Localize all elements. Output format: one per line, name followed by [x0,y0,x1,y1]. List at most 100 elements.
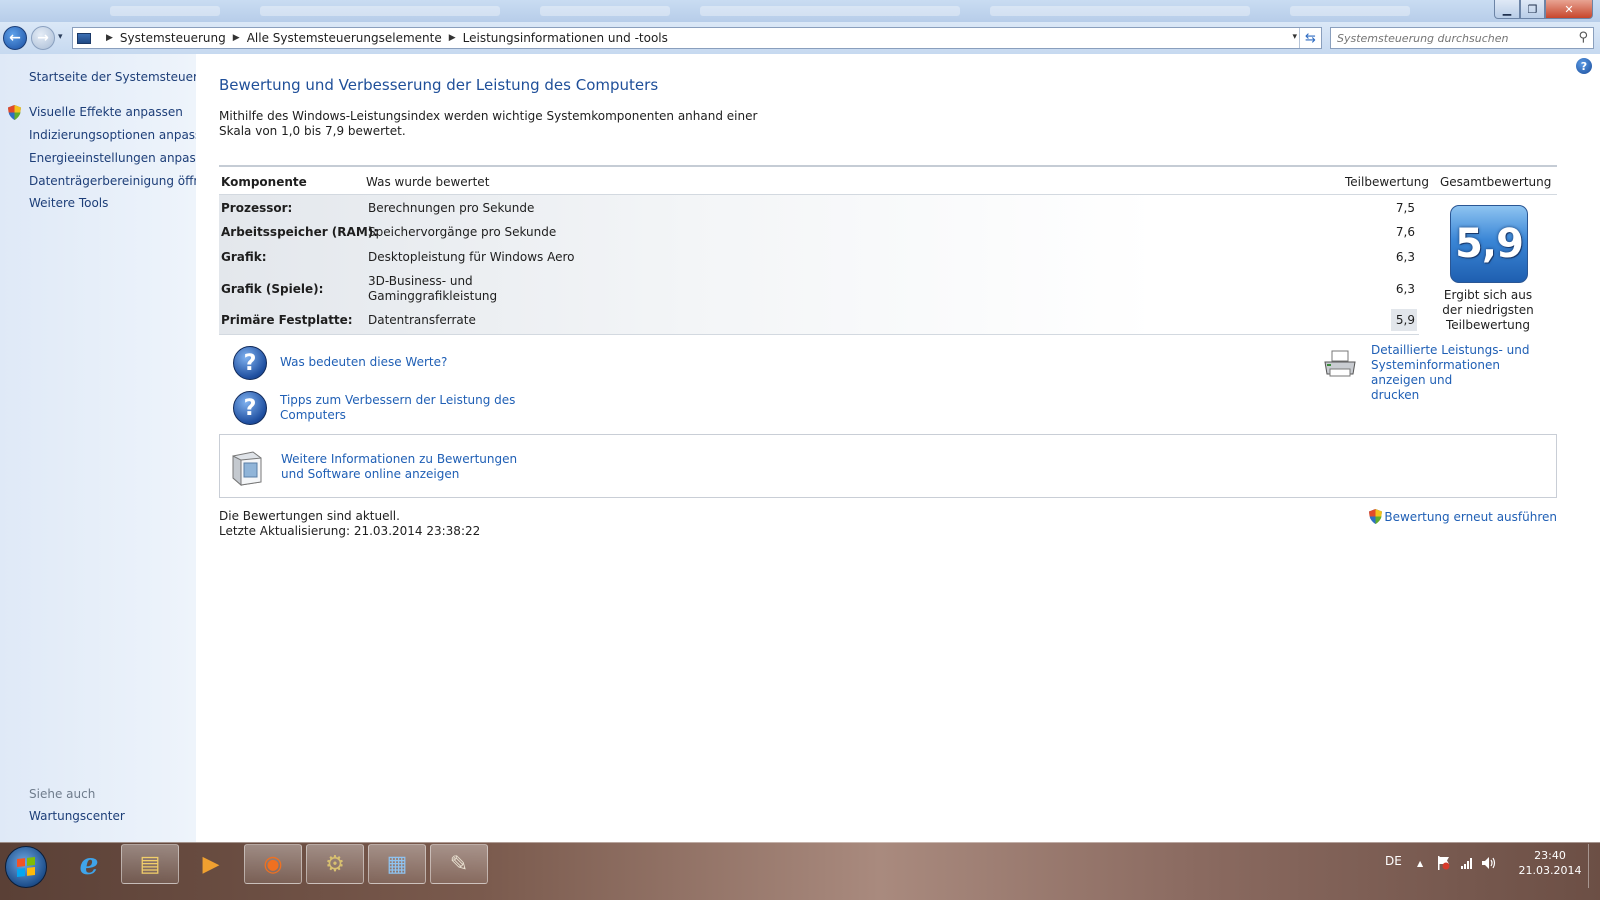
improve-tips-link[interactable]: Tipps zum Verbessern der Leistung des Co… [280,393,515,423]
address-bar[interactable]: ▶ Systemsteuerung ▶ Alle Systemsteuerung… [72,27,1322,49]
volume-icon[interactable] [1481,856,1497,870]
detailed-info-link[interactable]: Detaillierte Leistungs- und Systeminform… [1371,343,1557,403]
main-pane: ? Bewertung und Verbesserung der Leistun… [196,54,1600,842]
what-label: Desktopleistung für Windows Aero [368,250,575,264]
sidebar-item-power[interactable]: Energieeinstellungen anpassen [29,151,217,165]
intro-text: Mithilfe des Windows-Leistungsindex werd… [219,109,758,138]
link-line[interactable]: drucken [1371,388,1557,403]
link-line[interactable]: Detaillierte Leistungs- und [1371,343,1557,358]
close-button[interactable]: ✕ [1545,0,1593,19]
action-center-flag-icon[interactable] [1437,855,1451,871]
printer-icon [1324,350,1356,377]
help-icon[interactable]: ? [1576,58,1592,74]
refresh-button[interactable]: ⇆ [1299,28,1321,48]
breadcrumb-item[interactable]: Systemsteuerung [120,31,226,45]
sidebar-item-indexing[interactable]: Indizierungsoptionen anpassen [29,128,216,142]
status-text: Die Bewertungen sind aktuell. Letzte Akt… [219,509,480,539]
component-label: Primäre Festplatte: [221,313,353,327]
back-arrow-icon: ← [9,30,21,46]
control-panel-icon: ▦ [386,851,408,877]
sidebar-item-disk-cleanup[interactable]: Datenträgerbereinigung öffnen [29,174,216,188]
crumb-separator-icon[interactable]: ▶ [449,33,456,43]
minimize-button[interactable]: ▁ [1494,0,1520,19]
search-input[interactable] [1331,28,1566,48]
start-button[interactable] [5,846,47,888]
taskbar-internet-explorer[interactable]: ℯ [60,844,118,884]
what-label: Berechnungen pro Sekunde [368,201,535,215]
lowest-subscore-value: 5,9 [1391,309,1417,331]
subscore-value: 6,3 [1395,250,1415,264]
address-dropdown-icon[interactable]: ▾ [1292,32,1297,42]
base-score-value: 5,9 [1455,221,1524,267]
link-line[interactable]: und Software online anzeigen [281,467,517,482]
title-ghost [990,6,1250,16]
folder-icon: ▤ [139,851,161,877]
table-row: Arbeitsspeicher (RAM): Speichervorgänge … [219,225,1417,245]
what-label-line: Gaminggrafikleistung [368,289,498,303]
network-icon[interactable] [1460,856,1474,870]
breadcrumb: ▶ Systemsteuerung ▶ Alle Systemsteuerung… [99,31,668,45]
taskbar-paint[interactable]: ✎ [430,844,488,884]
clock[interactable]: 23:40 21.03.2014 [1515,848,1585,878]
media-player-icon: ▶ [202,851,220,877]
language-indicator[interactable]: DE [1385,854,1402,868]
table-header: Komponente Was wurde bewertet Teilbewert… [219,165,1557,195]
online-info-link[interactable]: Weitere Informationen zu Bewertungen und… [281,452,517,482]
table-row: Primäre Festplatte: Datentransferrate 5,… [219,309,1417,331]
what-label-line: 3D-Business- und [368,274,473,288]
rerun-label[interactable]: Bewertung erneut ausführen [1384,510,1557,524]
question-icon: ? [233,346,267,380]
status-current: Die Bewertungen sind aktuell. [219,509,400,523]
sidebar-item-visual-effects[interactable]: Visuelle Effekte anpassen [29,105,183,119]
link-line[interactable]: Weitere Informationen zu Bewertungen [281,452,517,467]
subscore-value: 7,6 [1395,225,1415,239]
table-row: Grafik: Desktopleistung für Windows Aero… [219,250,1417,270]
online-info-box: Weitere Informationen zu Bewertungen und… [219,434,1557,498]
sidebar-home-link[interactable]: Startseite der Systemsteuerung [29,70,221,84]
back-button[interactable]: ← [3,26,27,50]
crumb-separator-icon[interactable]: ▶ [106,33,113,43]
search-icon[interactable]: ⚲ [1578,30,1588,45]
last-update: Letzte Aktualisierung: 21.03.2014 23:38:… [219,524,481,538]
score-table: Komponente Was wurde bewertet Teilbewert… [219,165,1557,335]
taskbar-media-player[interactable]: ▶ [182,844,240,884]
base-score-column: 5,9 Ergibt sich aus der niedrigsten Teil… [1419,195,1557,335]
subscore-value: 6,3 [1395,282,1415,296]
crumb-separator-icon[interactable]: ▶ [233,33,240,43]
windows-logo-icon [17,857,35,877]
question-icon: ? [233,391,267,425]
breadcrumb-item[interactable]: Alle Systemsteuerungselemente [247,31,442,45]
taskbar-explorer[interactable]: ▤ [121,844,179,884]
show-desktop-button[interactable] [1588,844,1598,888]
component-label: Grafik (Spiele): [221,282,324,296]
what-values-mean-link[interactable]: Was bedeuten diese Werte? [280,355,447,370]
title-ghost [1290,6,1410,16]
base-score-note-line: Ergibt sich aus [1443,288,1533,302]
link-line[interactable]: Tipps zum Verbessern der Leistung des [280,393,515,408]
sidebar-item-more-tools[interactable]: Weitere Tools [29,196,108,210]
rerun-assessment-link[interactable]: Bewertung erneut ausführen [1369,509,1557,524]
link-line[interactable]: Computers [280,408,515,423]
recent-pages-dropdown[interactable]: ▾ [58,32,63,42]
title-ghost [700,6,960,16]
base-score-badge: 5,9 [1450,205,1528,283]
firefox-icon: ◉ [263,851,283,877]
control-panel-icon [77,32,91,44]
link-line[interactable]: Systeminformationen anzeigen und [1371,358,1557,388]
navigation-bar: ← → ▾ ▶ Systemsteuerung ▶ Alle Systemste… [0,22,1600,54]
refresh-icon: ⇆ [1305,30,1316,46]
software-box-icon [232,451,262,486]
breadcrumb-item[interactable]: Leistungsinformationen und -tools [463,31,668,45]
sidebar-item-action-center[interactable]: Wartungscenter [29,809,125,823]
taskbar-firefox[interactable]: ◉ [244,844,302,884]
forward-arrow-icon: → [37,30,49,46]
base-score-note-line: Teilbewertung [1445,318,1530,332]
component-label: Arbeitsspeicher (RAM): [221,225,379,239]
show-hidden-icons-button[interactable]: ▲ [1417,859,1423,868]
forward-button[interactable]: → [31,26,55,50]
see-also-heading: Siehe auch [29,787,96,801]
paint-icon: ✎ [449,851,469,877]
taskbar-java-ee-ide[interactable]: ⚙ [306,844,364,884]
maximize-button[interactable]: ❐ [1520,0,1545,19]
taskbar-control-panel[interactable]: ▦ [368,844,426,884]
